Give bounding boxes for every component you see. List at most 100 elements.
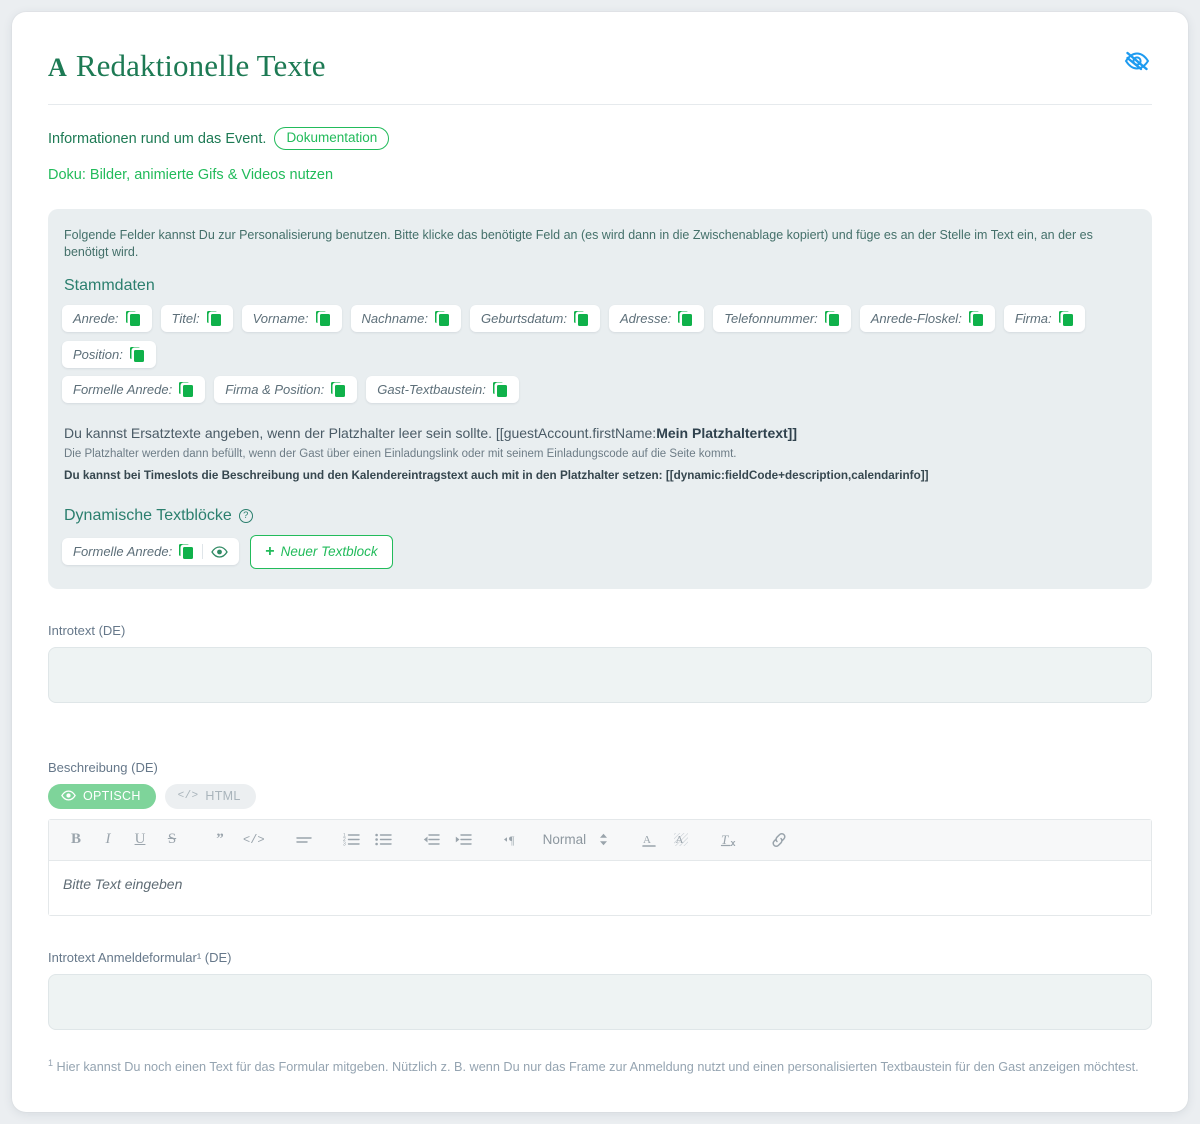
field-chip[interactable]: Titel: bbox=[160, 304, 233, 332]
bullet-list-icon[interactable] bbox=[369, 827, 399, 853]
placeholder-info-line-1-bold: Mein Platzhaltertext]] bbox=[656, 424, 798, 441]
ordered-list-icon[interactable]: 123 bbox=[337, 827, 367, 853]
chip-label: Firma: bbox=[1014, 310, 1052, 326]
field-chip[interactable]: Anrede-Floskel: bbox=[859, 304, 995, 332]
field-chip[interactable]: Firma: bbox=[1003, 304, 1085, 332]
copy-icon[interactable] bbox=[824, 310, 840, 326]
format-select[interactable]: Normal bbox=[529, 832, 617, 847]
eye-icon[interactable] bbox=[211, 546, 228, 558]
new-textblock-label: Neuer Textblock bbox=[280, 544, 378, 560]
field-chip[interactable]: Gast-Textbaustein: bbox=[366, 375, 519, 403]
copy-icon[interactable] bbox=[315, 310, 331, 326]
title-glyph-a: A bbox=[48, 53, 67, 82]
intro-text: Informationen rund um das Event. bbox=[48, 130, 267, 147]
italic-icon[interactable]: I bbox=[93, 827, 123, 853]
field-chip[interactable]: Position: bbox=[62, 340, 156, 368]
placeholder-info-line-1: Du kannst Ersatztexte angeben, wenn der … bbox=[64, 423, 1138, 443]
page-title: A Redaktionelle Texte bbox=[48, 48, 326, 84]
format-select-value: Normal bbox=[542, 832, 587, 848]
dynamic-textblock-chip[interactable]: Formelle Anrede: bbox=[62, 538, 240, 566]
chip-label: Anrede: bbox=[73, 310, 119, 326]
editorial-texts-card: A Redaktionelle Texte Informationen rund… bbox=[12, 12, 1188, 1112]
documentation-badge[interactable]: Dokumentation bbox=[274, 127, 390, 151]
chip-label: Vorname: bbox=[252, 310, 309, 326]
copy-icon[interactable] bbox=[179, 381, 194, 397]
card-header: A Redaktionelle Texte bbox=[48, 36, 1152, 105]
copy-icon[interactable] bbox=[573, 310, 589, 326]
copy-icon[interactable] bbox=[678, 310, 693, 326]
strikethrough-icon[interactable]: S bbox=[157, 827, 187, 853]
introtext-anmeldeformular-field-group: Introtext Anmeldeformular¹ (DE) bbox=[48, 950, 1152, 1035]
svg-text:3: 3 bbox=[343, 842, 346, 846]
field-chip[interactable]: Telefonnummer: bbox=[713, 304, 851, 332]
copy-icon[interactable] bbox=[331, 381, 346, 397]
chip-label: Nachname: bbox=[361, 310, 428, 326]
rich-text-editor: B I U S ” </> 1 2 3 ¶ Normal A A T x Bit… bbox=[48, 818, 1152, 916]
placeholder-info-line-1-normal: Du kannst Ersatztexte angeben, wenn der … bbox=[64, 424, 657, 441]
indent-icon[interactable] bbox=[449, 827, 479, 853]
chip-label: Adresse: bbox=[619, 310, 672, 326]
tab-html-label: HTML bbox=[205, 788, 241, 803]
page-title-text: Redaktionelle Texte bbox=[75, 48, 326, 83]
copy-icon[interactable] bbox=[1058, 310, 1074, 326]
code-block-icon[interactable]: </> bbox=[237, 827, 271, 853]
field-chip[interactable]: Nachname: bbox=[350, 304, 461, 332]
blockquote-icon[interactable]: ” bbox=[205, 827, 235, 853]
field-chip[interactable]: Formelle Anrede: bbox=[62, 375, 206, 403]
footnote: 1 Hier kannst Du noch einen Text für das… bbox=[48, 1057, 1152, 1077]
chip-label: Titel: bbox=[171, 310, 200, 326]
copy-icon[interactable] bbox=[968, 310, 984, 326]
svg-text:T: T bbox=[721, 832, 729, 847]
dynamic-textblocks-row: Formelle Anrede: + Neuer Textblock bbox=[62, 534, 1138, 569]
link-icon[interactable] bbox=[764, 827, 794, 853]
page-root: A Redaktionelle Texte Informationen rund… bbox=[0, 0, 1200, 1124]
personalisation-panel: Folgende Felder kannst Du zur Personalis… bbox=[48, 209, 1152, 589]
copy-icon[interactable] bbox=[492, 381, 508, 397]
question-mark-icon[interactable]: ? bbox=[238, 508, 253, 523]
footnote-text: Hier kannst Du noch einen Text für das F… bbox=[56, 1059, 1139, 1074]
introtext-label: Introtext (DE) bbox=[48, 622, 126, 638]
background-color-icon[interactable]: A bbox=[666, 827, 696, 853]
field-chip[interactable]: Firma & Position: bbox=[214, 375, 358, 403]
panel-hint-text: Folgende Felder kannst Du zur Personalis… bbox=[64, 228, 1093, 260]
clear-format-icon[interactable]: T x bbox=[714, 827, 746, 853]
introtext-anmeldeformular-input[interactable] bbox=[48, 973, 1152, 1030]
copy-icon[interactable] bbox=[125, 310, 141, 326]
dynamic-textblocks-label: Dynamische Textblöcke bbox=[64, 506, 232, 524]
copy-icon[interactable] bbox=[129, 346, 145, 362]
svg-text:x: x bbox=[731, 838, 736, 848]
chip-label: Telefonnummer: bbox=[724, 310, 818, 326]
stammdaten-chips-row-2: Formelle Anrede: Firma & Position: Gast-… bbox=[62, 375, 1138, 403]
new-textblock-button[interactable]: + Neuer Textblock bbox=[250, 534, 393, 569]
text-color-icon[interactable]: A bbox=[634, 827, 664, 853]
chip-label: Formelle Anrede: bbox=[73, 544, 173, 560]
outdent-icon[interactable] bbox=[417, 827, 447, 853]
copy-icon[interactable] bbox=[434, 310, 450, 326]
chip-label: Position: bbox=[73, 346, 123, 362]
copy-icon[interactable] bbox=[206, 310, 222, 326]
field-chip[interactable]: Vorname: bbox=[241, 304, 342, 332]
doku-link[interactable]: Doku: Bilder, animierte Gifs & Videos nu… bbox=[48, 167, 1152, 183]
editor-content-area[interactable]: Bitte Text eingeben bbox=[49, 860, 1151, 915]
introtext-anmeldeformular-label: Introtext Anmeldeformular¹ (DE) bbox=[48, 949, 232, 965]
tab-optisch-label: OPTISCH bbox=[83, 788, 141, 803]
field-chip[interactable]: Anrede: bbox=[62, 304, 152, 332]
tab-html[interactable]: </> HTML bbox=[164, 783, 256, 809]
svg-text:¶: ¶ bbox=[509, 833, 515, 846]
tab-optisch[interactable]: OPTISCH bbox=[48, 783, 156, 809]
eye-icon bbox=[61, 790, 76, 801]
chip-divider bbox=[202, 544, 204, 560]
field-chip[interactable]: Adresse: bbox=[608, 304, 705, 332]
stammdaten-chips-row-1: Anrede: Titel: Vorname: Nachname: Geburt… bbox=[62, 304, 1138, 368]
placeholder-info-line-2: Die Platzhalter werden dann befüllt, wen… bbox=[64, 448, 737, 461]
copy-icon[interactable] bbox=[179, 544, 194, 560]
placeholder-info-line-3: Du kannst bei Timeslots die Beschreibung… bbox=[64, 469, 929, 483]
bold-icon[interactable]: B bbox=[61, 827, 91, 853]
chip-label: Firma & Position: bbox=[225, 381, 325, 397]
underline-icon[interactable]: U bbox=[125, 827, 155, 853]
introtext-input[interactable] bbox=[48, 646, 1152, 703]
align-icon[interactable] bbox=[289, 827, 319, 853]
text-direction-icon[interactable]: ¶ bbox=[497, 827, 527, 853]
eye-off-icon[interactable] bbox=[1122, 48, 1152, 74]
field-chip[interactable]: Geburtsdatum: bbox=[469, 304, 600, 332]
